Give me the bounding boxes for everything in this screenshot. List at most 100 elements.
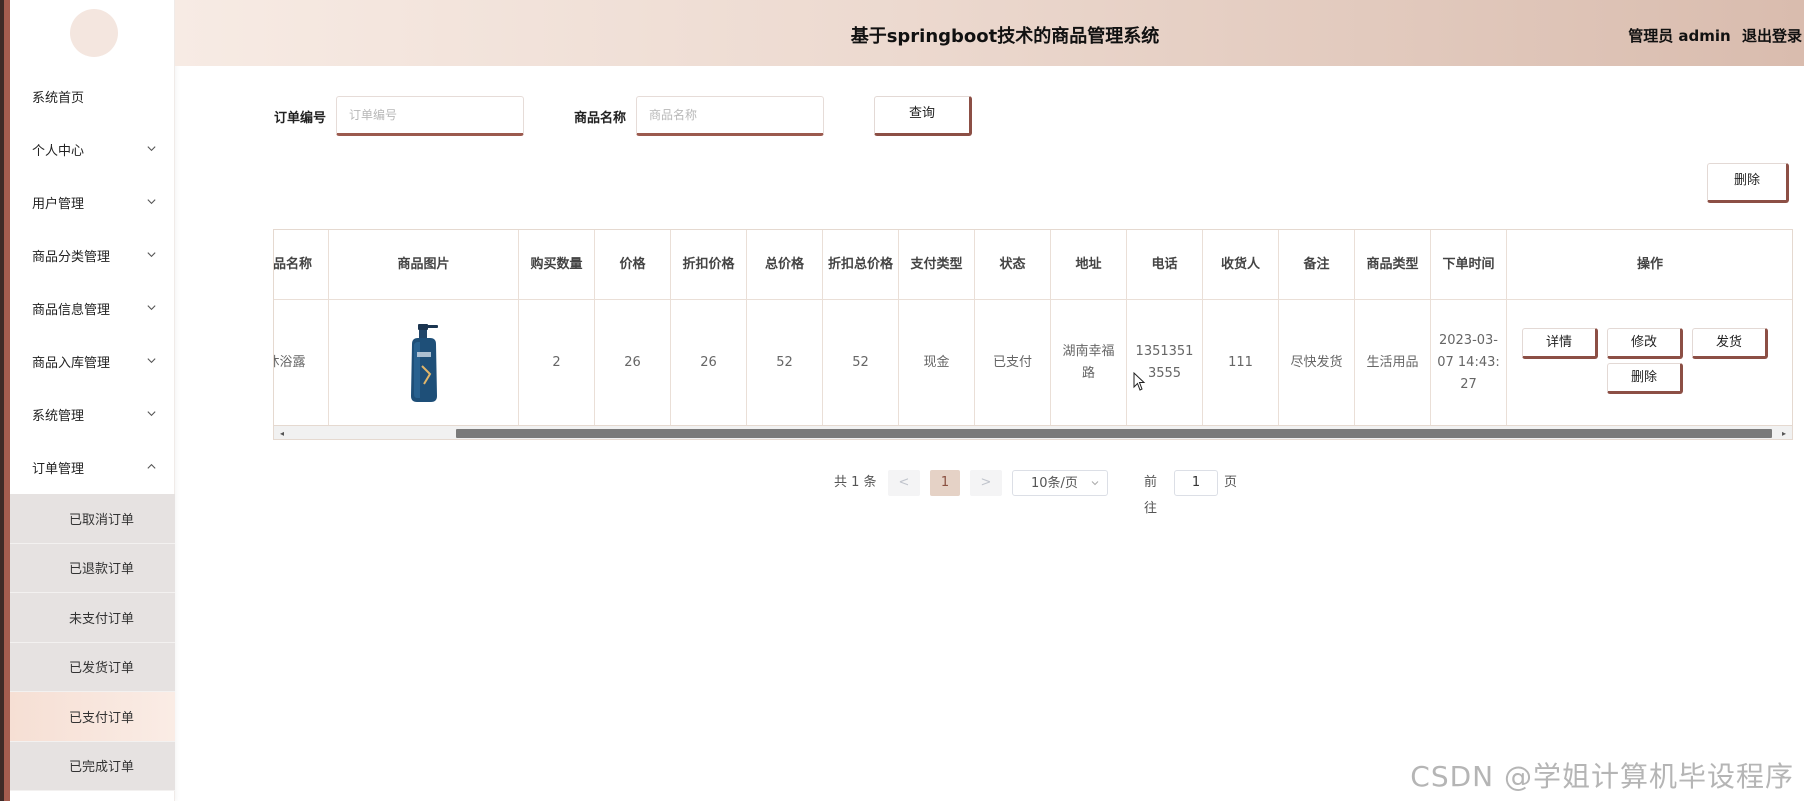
table-cell: 52 [776,354,793,370]
column-header: 地址 [1051,230,1126,300]
column-phone: 电话 13513513555 [1127,230,1203,425]
goto-page-input[interactable] [1174,470,1218,496]
sidebar-menu: 系统首页 个人中心 用户管理 商品分类管理 商品信息管理 商品入库管理 系统管理… [10,70,175,791]
table-cell: 13513513555 [1135,343,1194,381]
column-total-price: 总价格 52 [747,230,823,425]
next-page-button[interactable]: > [970,470,1002,496]
page-number-current[interactable]: 1 [930,470,960,496]
sidebar-item-stock-in-management[interactable]: 商品入库管理 [10,335,175,388]
batch-delete-button[interactable]: 删除 [1707,163,1789,203]
column-order-time: 下单时间 2023-03-07 14:43:27 [1431,230,1507,425]
scrollbar-thumb[interactable] [456,429,1772,438]
header-user-area: 管理员 admin 退出登录 [1622,25,1802,46]
sidebar-item-label: 系统管理 [32,409,85,424]
sidebar-item-label: 订单管理 [32,462,85,477]
sidebar-item-category-management[interactable]: 商品分类管理 [10,229,175,282]
shower-gel-bottle-icon [410,323,438,402]
order-submenu: 已取消订单 已退款订单 未支付订单 已发货订单 已支付订单 已完成订单 [10,494,175,791]
chevron-down-icon [146,249,157,260]
sidebar-item-system-management[interactable]: 系统管理 [10,388,175,441]
sidebar-item-label: 商品入库管理 [32,356,111,371]
avatar[interactable] [70,9,118,57]
scroll-right-icon[interactable]: ▸ [1779,429,1789,439]
column-header: 商品类型 [1355,230,1430,300]
sidebar-item-user-management[interactable]: 用户管理 [10,176,175,229]
table-cell: 26 [700,354,717,370]
top-header: 基于springboot技术的商品管理系统 管理员 admin 退出登录 [175,0,1804,66]
table-cell [329,300,518,425]
sidebar-item-label: 个人中心 [32,144,85,159]
column-header: 商品名称 [274,230,328,300]
submenu-item-cancelled-orders[interactable]: 已取消订单 [10,494,175,544]
submenu-item-completed-orders[interactable]: 已完成订单 [10,741,175,791]
column-actions: 操作 详情 修改 发货 删除 [1507,230,1792,425]
column-price: 价格 26 [595,230,671,425]
column-quantity: 购买数量 2 [519,230,595,425]
table-cell: 湖南幸福路 [1062,343,1115,381]
table-cell: 沐浴露 [274,354,306,370]
order-no-input[interactable] [336,96,524,136]
column-product-image: 商品图片 [329,230,519,425]
order-no-label: 订单编号 [274,111,327,126]
sidebar-item-product-info-management[interactable]: 商品信息管理 [10,282,175,335]
column-header: 价格 [595,230,670,300]
product-name-label: 商品名称 [574,111,627,126]
sidebar-item-home[interactable]: 系统首页 [10,70,175,123]
page-title: 基于springboot技术的商品管理系统 [850,26,1160,47]
page-unit-label: 页 [1224,475,1238,490]
table-cell: 52 [852,354,869,370]
page-size-select[interactable]: 10条/页 [1012,470,1108,496]
submenu-item-shipped-orders[interactable]: 已发货订单 [10,642,175,692]
chevron-down-icon [146,143,157,154]
table-cell: 2023-03-07 14:43:27 [1437,332,1500,392]
scroll-left-icon[interactable]: ◂ [277,429,287,439]
chevron-down-icon [146,196,157,207]
column-payment-type: 支付类型 现金 [899,230,975,425]
column-discount-total: 折扣总价格 52 [823,230,899,425]
orders-table: 商品名称 沐浴露 商品图片 [273,229,1793,440]
submenu-item-paid-orders[interactable]: 已支付订单 [10,692,175,742]
sidebar-item-label: 用户管理 [32,197,85,212]
submenu-item-unpaid-orders[interactable]: 未支付订单 [10,593,175,643]
column-remark: 备注 尽快发货 [1279,230,1355,425]
query-button[interactable]: 查询 [874,96,972,136]
mouse-cursor-icon [1133,372,1146,391]
sidebar-item-order-management[interactable]: 订单管理 [10,441,175,494]
left-edge-stripe [0,0,10,801]
column-status: 状态 已支付 [975,230,1051,425]
submenu-item-refunded-orders[interactable]: 已退款订单 [10,543,175,593]
page-size-value: 10条/页 [1031,476,1078,491]
chevron-down-icon [146,408,157,419]
edit-button[interactable]: 修改 [1607,328,1683,359]
sidebar-item-label: 商品信息管理 [32,303,111,318]
total-count: 共 1 条 [834,475,877,490]
column-header: 下单时间 [1431,230,1506,300]
sidebar-item-label: 商品分类管理 [32,250,111,265]
sidebar-item-label: 系统首页 [32,91,85,106]
column-header: 折扣总价格 [823,230,898,300]
product-name-input[interactable] [636,96,824,136]
watermark-text: CSDN @学姐计算机毕设程序 [1410,760,1794,793]
column-header: 操作 [1507,230,1792,300]
sidebar-item-personal-center[interactable]: 个人中心 [10,123,175,176]
column-header: 备注 [1279,230,1354,300]
prev-page-button[interactable]: < [888,470,920,496]
table-cell: 生活用品 [1366,354,1419,370]
chevron-down-icon [146,355,157,366]
table-cell: 已支付 [992,354,1032,370]
app-root: 系统首页 个人中心 用户管理 商品分类管理 商品信息管理 商品入库管理 系统管理… [0,0,1804,801]
current-user-label: 管理员 admin [1628,27,1731,45]
column-product-type: 商品类型 生活用品 [1355,230,1431,425]
table-cell: 详情 修改 发货 删除 [1507,300,1792,425]
column-header: 收货人 [1203,230,1278,300]
horizontal-scrollbar[interactable]: ◂ ▸ [274,425,1792,439]
table-cell: 2 [552,354,561,370]
logout-link[interactable]: 退出登录 [1742,27,1802,45]
column-receiver: 收货人 111 [1203,230,1279,425]
ship-button[interactable]: 发货 [1692,328,1768,359]
row-delete-button[interactable]: 删除 [1607,363,1683,394]
column-header: 折扣价格 [671,230,746,300]
detail-button[interactable]: 详情 [1522,328,1598,359]
column-header: 电话 [1127,230,1202,300]
column-header: 支付类型 [899,230,974,300]
